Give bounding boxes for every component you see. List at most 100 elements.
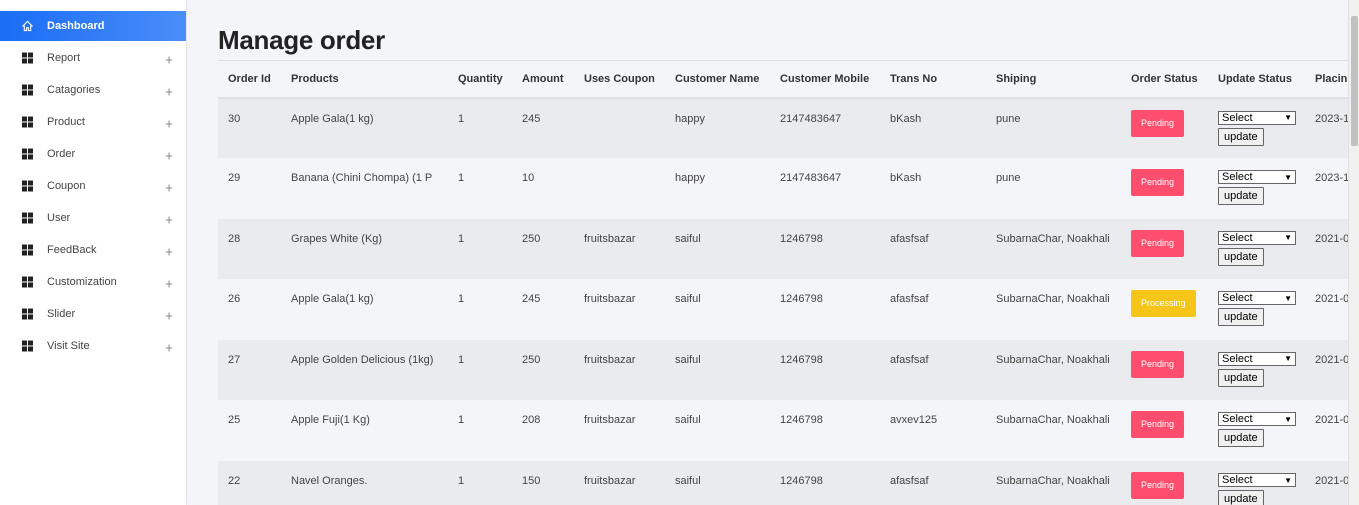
sidebar-item-slider[interactable]: Slider + (0, 299, 186, 329)
chevron-down-icon: ▼ (1284, 113, 1292, 122)
sidebar-item-user[interactable]: User + (0, 203, 186, 233)
expand-icon[interactable]: + (165, 244, 173, 258)
expand-icon[interactable]: + (165, 340, 173, 354)
cell-placed: 2021-0 (1305, 461, 1348, 505)
status-select[interactable]: Select ▼ (1218, 351, 1296, 366)
grid-icon (22, 308, 33, 320)
status-select[interactable]: Select ▼ (1218, 412, 1296, 427)
cell-amount: 245 (512, 279, 574, 340)
orders-table: Order Id Products Quantity Amount Uses C… (218, 60, 1348, 505)
status-select[interactable]: Select ▼ (1218, 473, 1296, 488)
main-content: Manage order Order Id Products Quantity … (188, 0, 1348, 505)
status-select[interactable]: Select ▼ (1218, 170, 1296, 185)
expand-icon[interactable]: + (165, 116, 173, 130)
sidebar-item-report[interactable]: Report + (0, 43, 186, 73)
status-badge: Pending (1131, 472, 1185, 500)
sidebar-item-dashboard[interactable]: Dashboard (0, 11, 186, 41)
update-button[interactable]: update (1218, 127, 1264, 146)
expand-icon[interactable]: + (165, 212, 173, 226)
expand-icon[interactable]: + (165, 148, 173, 162)
table-row: 25 Apple Fuji(1 Kg) 1 208 fruitsbazar sa… (218, 400, 1348, 462)
cell-mobile: 2147483647 (770, 97, 880, 159)
expand-icon[interactable]: + (165, 308, 173, 322)
expand-icon[interactable]: + (165, 180, 173, 194)
status-select[interactable]: Select ▼ (1218, 230, 1296, 245)
grid-icon (22, 84, 33, 96)
update-button[interactable]: update (1218, 429, 1264, 448)
status-select[interactable]: Select ▼ (1218, 110, 1296, 125)
sidebar-item-customization[interactable]: Customization + (0, 267, 186, 297)
sidebar-item-label: Dashboard (47, 20, 105, 32)
update-button[interactable]: update (1218, 368, 1264, 387)
update-button[interactable]: update (1218, 187, 1264, 206)
scrollbar-thumb[interactable] (1351, 16, 1358, 146)
cell-product: Navel Oranges. (281, 461, 448, 505)
cell-amount: 10 (512, 158, 574, 219)
status-select[interactable]: Select ▼ (1218, 291, 1296, 306)
cell-update-status: Select ▼ update (1208, 97, 1305, 159)
cell-update-status: Select ▼ update (1208, 339, 1305, 401)
table-row: 28 Grapes White (Kg) 1 250 fruitsbazar s… (218, 218, 1348, 280)
cell-order-id: 29 (218, 158, 281, 219)
cell-customer: happy (665, 97, 770, 159)
cell-customer: saiful (665, 218, 770, 280)
sidebar-item-visit-site[interactable]: Visit Site + (0, 331, 186, 361)
cell-mobile: 1246798 (770, 279, 880, 340)
chevron-down-icon: ▼ (1284, 414, 1292, 424)
cell-placed: 2021-0 (1305, 400, 1348, 462)
expand-icon[interactable]: + (165, 52, 173, 66)
table-header-row: Order Id Products Quantity Amount Uses C… (218, 60, 1348, 99)
cell-customer: happy (665, 158, 770, 219)
sidebar-item-feedback[interactable]: FeedBack + (0, 235, 186, 265)
table-row: 29 Banana (Chini Chompa) (1 P 1 10 happy… (218, 158, 1348, 219)
update-button[interactable]: update (1218, 247, 1264, 266)
sidebar-item-product[interactable]: Product + (0, 107, 186, 137)
sidebar-item-label: Slider (47, 308, 76, 320)
cell-product: Apple Fuji(1 Kg) (281, 400, 448, 462)
cell-order-id: 27 (218, 339, 281, 401)
cell-trans-no: bKash (880, 97, 986, 159)
page-title: Manage order (218, 25, 385, 55)
sidebar-item-order[interactable]: Order + (0, 139, 186, 169)
sidebar-item-coupon[interactable]: Coupon + (0, 171, 186, 201)
cell-product: Grapes White (Kg) (281, 218, 448, 280)
sidebar-item-label: Report (47, 52, 81, 64)
cell-shipping: SubarnaChar, Noakhali (986, 339, 1121, 401)
cell-order-id: 25 (218, 400, 281, 462)
header-customer-name: Customer Name (665, 60, 770, 99)
cell-order-id: 22 (218, 461, 281, 505)
update-button[interactable]: update (1218, 308, 1264, 327)
vertical-scrollbar[interactable] (1348, 0, 1359, 505)
expand-icon[interactable]: + (165, 84, 173, 98)
cell-customer: saiful (665, 279, 770, 340)
header-update-status: Update Status (1208, 60, 1305, 99)
cell-order-status: Pending (1121, 97, 1208, 159)
status-badge: Processing (1131, 290, 1196, 318)
chevron-down-icon: ▼ (1284, 293, 1292, 303)
grid-icon (22, 212, 33, 224)
cell-update-status: Select ▼ update (1208, 218, 1305, 280)
cell-order-id: 30 (218, 97, 281, 159)
chevron-down-icon: ▼ (1284, 172, 1292, 182)
sidebar-item-catagories[interactable]: Catagories + (0, 75, 186, 105)
cell-coupon: fruitsbazar (574, 400, 665, 462)
expand-icon[interactable]: + (165, 276, 173, 290)
cell-shipping: pune (986, 158, 1121, 219)
update-button[interactable]: update (1218, 490, 1264, 505)
status-select-value: Select (1222, 413, 1253, 426)
sidebar-item-label: Product (47, 116, 85, 128)
status-select-value: Select (1222, 231, 1253, 244)
status-badge: Pending (1131, 350, 1185, 378)
cell-coupon: fruitsbazar (574, 339, 665, 401)
cell-order-status: Pending (1121, 339, 1208, 401)
cell-order-status: Processing (1121, 279, 1208, 340)
cell-amount: 250 (512, 339, 574, 401)
cell-placed: 2023-1 (1305, 158, 1348, 219)
cell-order-status: Pending (1121, 461, 1208, 505)
cell-product: Apple Golden Delicious (1kg) (281, 339, 448, 401)
header-trans-no: Trans No (880, 60, 986, 99)
cell-shipping: pune (986, 97, 1121, 159)
sidebar: Dashboard Report + Catagories + Product … (0, 0, 187, 505)
status-badge: Pending (1131, 411, 1185, 439)
cell-amount: 150 (512, 461, 574, 505)
